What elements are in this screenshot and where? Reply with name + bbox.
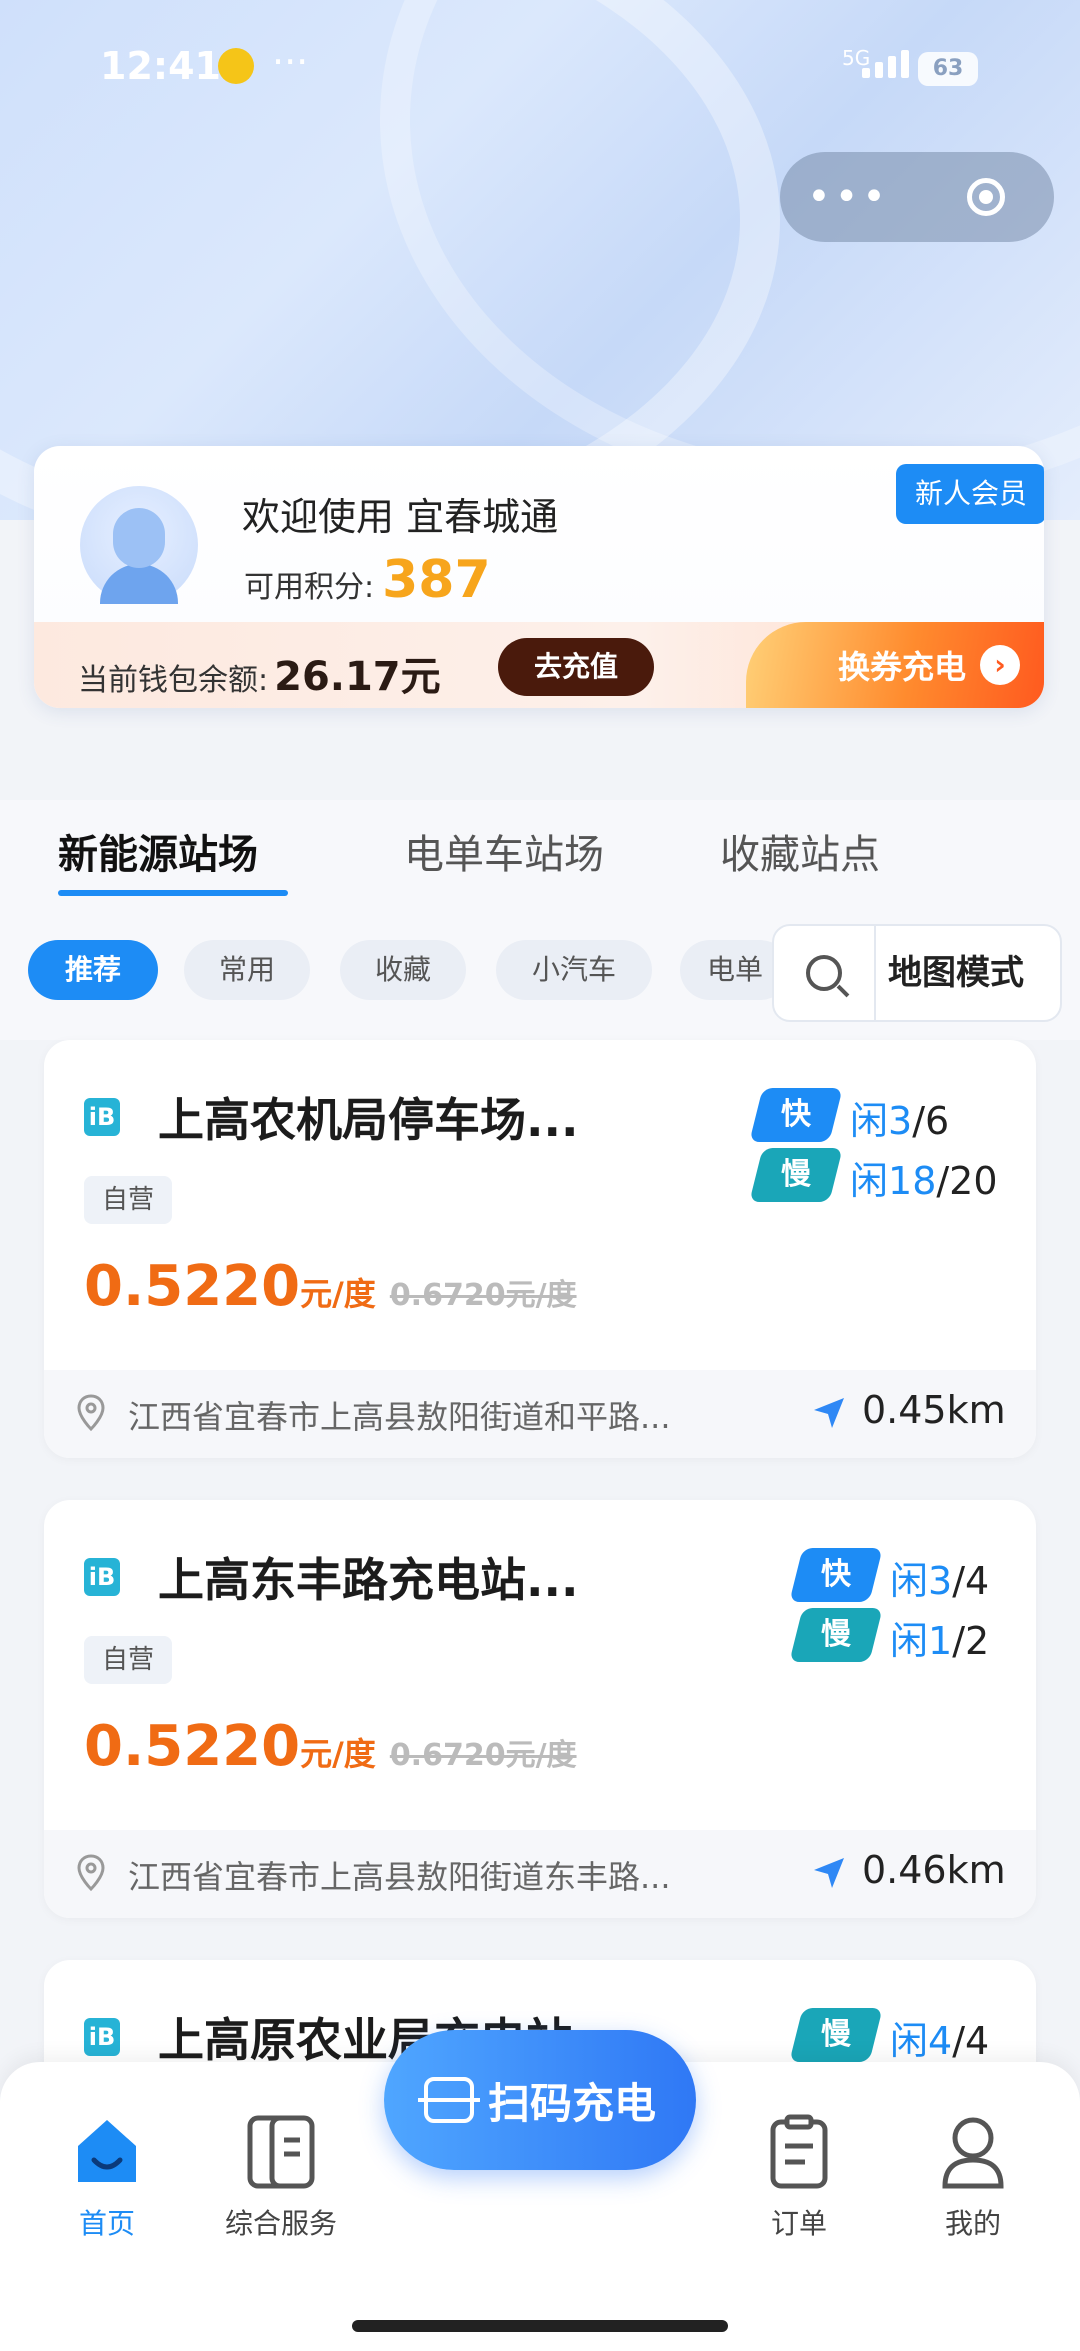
slow-badge: 慢 — [749, 1148, 843, 1202]
home-icon — [72, 2112, 142, 2192]
status-time: 12:41 — [100, 44, 221, 88]
target-icon[interactable] — [917, 178, 1054, 216]
station-address: 江西省宜春市上高县敖阳街道东丰路... — [128, 1858, 671, 1896]
filter-chips: 推荐 常用 收藏 小汽车 电单 地图模式 — [0, 910, 1080, 1040]
arrow-right-icon: › — [980, 645, 1021, 685]
location-pin-icon — [77, 1394, 105, 1432]
self-operated-tag: 自营 — [84, 1636, 173, 1684]
new-member-badge[interactable]: 新人会员 — [896, 464, 1044, 524]
services-icon — [246, 2112, 316, 2192]
nav-home[interactable]: 首页 — [32, 2112, 182, 2242]
signal-icon — [862, 50, 909, 78]
exchange-charge-button[interactable]: 换券充电 › — [746, 622, 1044, 708]
points-label: 可用积分: — [244, 570, 375, 605]
wallet-balance: 当前钱包余额: 26.17元 — [78, 644, 441, 702]
station-logo-icon: iB — [84, 1558, 120, 1596]
orders-icon — [764, 2112, 834, 2192]
recharge-button[interactable]: 去充值 — [498, 638, 654, 696]
nav-mine[interactable]: 我的 — [898, 2112, 1048, 2242]
navigate-icon[interactable] — [810, 1854, 848, 1892]
nav-orders-label: 订单 — [770, 2207, 827, 2240]
map-mode-box: 地图模式 — [772, 924, 1062, 1022]
station-address: 江西省宜春市上高县敖阳街道和平路... — [128, 1398, 671, 1436]
station-name: 上高农机局停车场... — [158, 1093, 579, 1147]
station-logo-icon: iB — [84, 1098, 120, 1136]
self-operated-tag: 自营 — [84, 1176, 173, 1224]
nav-services[interactable]: 综合服务 — [206, 2112, 356, 2242]
wallet-label: 当前钱包余额: — [78, 663, 269, 698]
nav-mine-label: 我的 — [944, 2207, 1001, 2240]
avatar[interactable] — [80, 486, 198, 604]
station-card[interactable]: iB 上高农机局停车场... 快 闲3/6 慢 闲18/20 自营 0.5220… — [44, 1040, 1036, 1458]
location-pin-icon — [77, 1854, 105, 1892]
welcome-text: 欢迎使用 宜春城通 — [242, 495, 559, 539]
slow-badge: 慢 — [789, 2008, 883, 2062]
address-row: 江西省宜春市上高县敖阳街道东丰路... 0.46km — [44, 1830, 1036, 1918]
chip-recommended[interactable]: 推荐 — [28, 940, 158, 1000]
status-bar: 12:41 ··· 5G 63 — [0, 0, 1080, 140]
chip-common[interactable]: 常用 — [184, 940, 310, 1000]
slow-count: 闲4/4 — [890, 2019, 990, 2063]
home-indicator — [352, 2320, 728, 2332]
member-card: 欢迎使用 宜春城通 可用积分: 387 新人会员 当前钱包余额: 26.17元 … — [34, 446, 1044, 708]
nav-services-label: 综合服务 — [224, 2207, 337, 2240]
wallet-row: 当前钱包余额: 26.17元 去充值 换券充电 › — [34, 622, 1044, 708]
tab-ebike[interactable]: 电单车站场 — [404, 822, 604, 880]
user-icon — [938, 2112, 1008, 2192]
price-value: 0.5220 — [84, 1714, 301, 1779]
chip-car[interactable]: 小汽车 — [496, 940, 652, 1000]
slow-badge: 慢 — [789, 1608, 883, 1662]
miniprogram-capsule: ••• — [780, 152, 1054, 242]
notification-icon — [218, 48, 254, 84]
status-more-dots: ··· — [272, 40, 309, 84]
wallet-amount: 26.17元 — [274, 654, 441, 700]
scan-charge-button[interactable]: 扫码充电 — [384, 2030, 696, 2170]
station-name: 上高东丰路充电站... — [158, 1553, 579, 1607]
navigate-icon[interactable] — [810, 1394, 848, 1432]
old-price: 0.6720元/度 — [389, 1738, 577, 1773]
map-mode-button[interactable]: 地图模式 — [888, 926, 1024, 1020]
scan-icon — [417, 2077, 480, 2123]
exchange-label: 换券充电 — [838, 648, 967, 686]
price-row: 0.5220 元/度 0.6720元/度 — [84, 1714, 577, 1779]
scan-charge-label: 扫码充电 — [487, 2078, 656, 2128]
nav-orders[interactable]: 订单 — [724, 2112, 874, 2242]
station-logo-icon: iB — [84, 2018, 120, 2056]
search-icon[interactable] — [774, 926, 876, 1020]
old-price: 0.6720元/度 — [389, 1278, 577, 1313]
address-row: 江西省宜春市上高县敖阳街道和平路... 0.45km — [44, 1370, 1036, 1458]
price-unit: 元/度 — [300, 1275, 376, 1313]
points-row: 可用积分: 387 — [244, 550, 491, 610]
station-card[interactable]: iB 上高东丰路充电站... 快 闲3/4 慢 闲1/2 自营 0.5220 元… — [44, 1500, 1036, 1918]
nav-home-label: 首页 — [78, 2207, 135, 2240]
slow-count: 闲18/20 — [850, 1159, 998, 1203]
battery-icon: 63 — [918, 52, 978, 86]
fast-count: 闲3/4 — [890, 1559, 990, 1603]
fast-badge: 快 — [749, 1088, 843, 1142]
tab-underline — [58, 890, 288, 896]
tab-new-energy[interactable]: 新能源站场 — [58, 822, 258, 880]
slow-count: 闲1/2 — [890, 1619, 990, 1663]
price-row: 0.5220 元/度 0.6720元/度 — [84, 1254, 577, 1319]
fast-badge: 快 — [789, 1548, 883, 1602]
points-value: 387 — [382, 550, 491, 610]
fast-count: 闲3/6 — [850, 1099, 950, 1143]
station-distance: 0.46km — [862, 1848, 1006, 1892]
price-unit: 元/度 — [300, 1735, 376, 1773]
station-tabs: 新能源站场 电单车站场 收藏站点 — [0, 800, 1080, 910]
price-value: 0.5220 — [84, 1254, 301, 1319]
chip-favorites[interactable]: 收藏 — [340, 940, 466, 1000]
station-distance: 0.45km — [862, 1388, 1006, 1432]
more-icon[interactable]: ••• — [780, 174, 917, 220]
tab-favorites[interactable]: 收藏站点 — [720, 822, 880, 880]
